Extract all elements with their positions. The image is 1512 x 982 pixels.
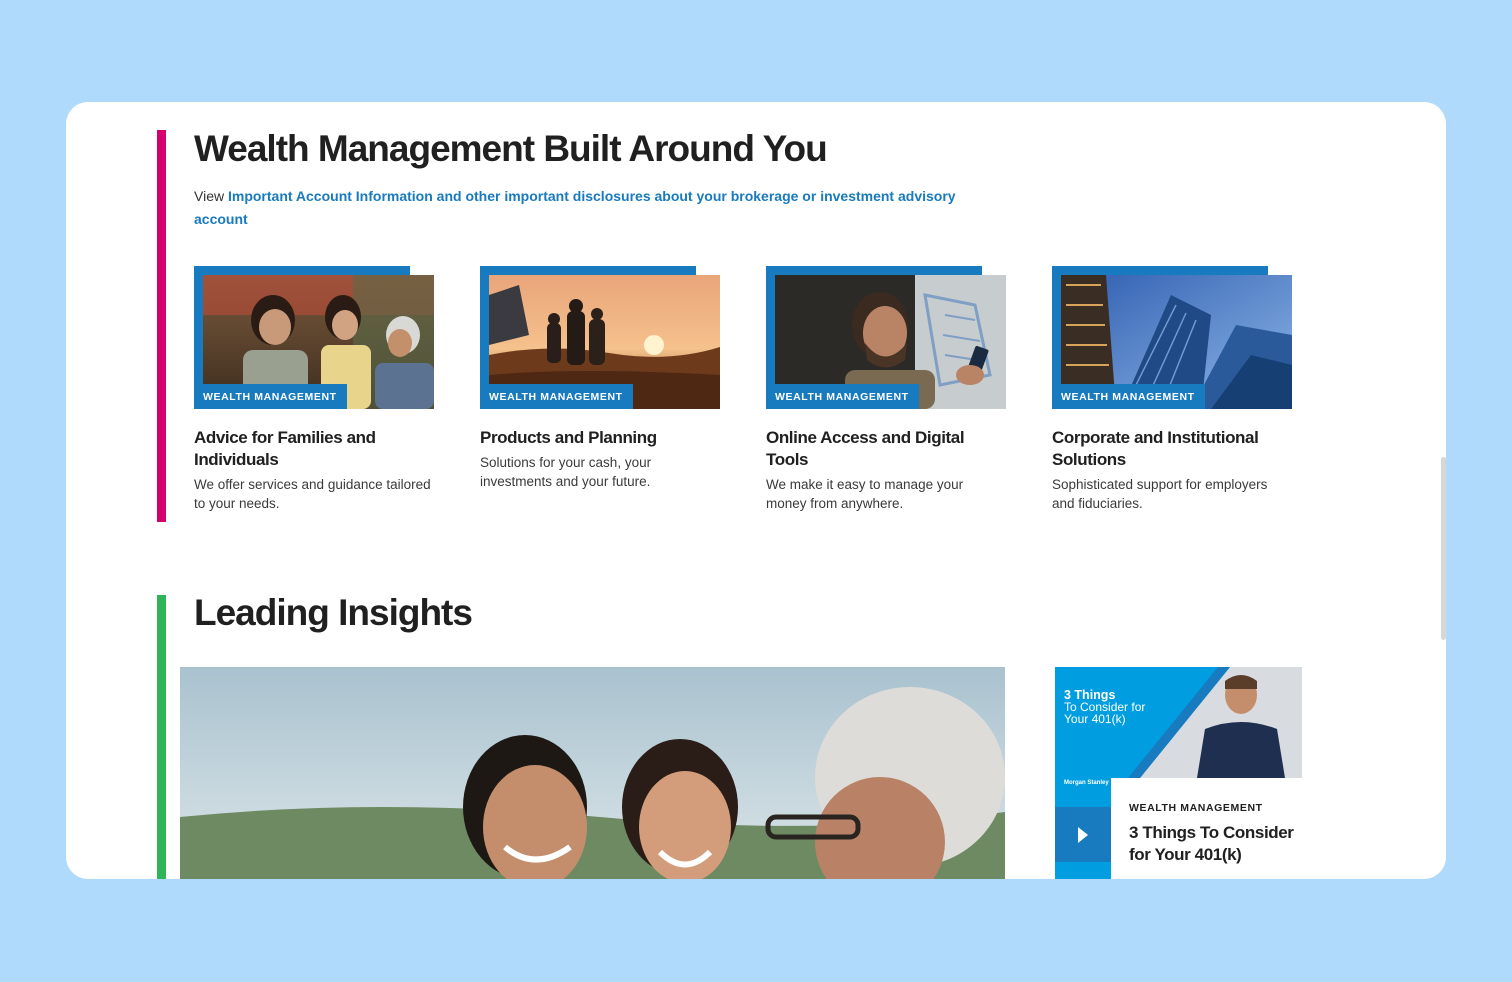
thumbnail-text: 3 Things To Consider for Your 401(k) xyxy=(1064,689,1145,725)
section-title: Wealth Management Built Around You xyxy=(194,128,828,169)
play-icon xyxy=(1078,826,1088,843)
card-title[interactable]: Corporate and Institutional Solutions xyxy=(1052,427,1292,471)
section-accent-bar xyxy=(157,595,166,879)
video-tag: WEALTH MANAGEMENT xyxy=(1129,802,1263,814)
disclosure-prefix: View xyxy=(194,188,228,204)
brand-logo: Morgan Stanley xyxy=(1064,780,1109,786)
family-generations-photo[interactable] xyxy=(180,667,1005,879)
section-accent-bar xyxy=(157,130,166,522)
card-description: Sophisticated support for employers and … xyxy=(1052,477,1268,511)
card-title[interactable]: Online Access and Digital Tools xyxy=(766,427,1006,471)
card-corporate[interactable]: WEALTH MANAGEMENT Corporate and Institut… xyxy=(1052,266,1292,513)
video-title[interactable]: 3 Things To Consider for Your 401(k) xyxy=(1129,822,1302,866)
card-tag: WEALTH MANAGEMENT xyxy=(766,384,919,409)
play-button[interactable] xyxy=(1055,807,1111,862)
card-title[interactable]: Products and Planning xyxy=(480,427,720,449)
disclosure-text: View Important Account Information and o… xyxy=(194,185,984,231)
card-tag: WEALTH MANAGEMENT xyxy=(1052,384,1205,409)
card-title[interactable]: Advice for Families and Individuals xyxy=(194,427,434,471)
video-card[interactable]: 3 Things To Consider for Your 401(k) Mor… xyxy=(1055,667,1302,879)
card-description: Solutions for your cash, your investment… xyxy=(480,455,652,489)
card-online-access[interactable]: WEALTH MANAGEMENT Online Access and Digi… xyxy=(766,266,1006,513)
card-tag: WEALTH MANAGEMENT xyxy=(194,384,347,409)
card-description: We make it easy to manage your money fro… xyxy=(766,477,964,511)
thumbnail-subtitle-2: Your 401(k) xyxy=(1064,712,1126,726)
section-title: Leading Insights xyxy=(194,592,473,633)
card-description: We offer services and guidance tailored … xyxy=(194,477,431,511)
video-info: WEALTH MANAGEMENT 3 Things To Consider f… xyxy=(1111,778,1302,879)
video-thumbnail[interactable]: 3 Things To Consider for Your 401(k) xyxy=(1055,667,1302,778)
card-families[interactable]: WEALTH MANAGEMENT Advice for Families an… xyxy=(194,266,434,513)
browser-window: Wealth Management Built Around You View … xyxy=(66,102,1446,879)
card-tag: WEALTH MANAGEMENT xyxy=(480,384,633,409)
card-products[interactable]: WEALTH MANAGEMENT Products and Planning … xyxy=(480,266,720,491)
disclosure-link[interactable]: Important Account Information and other … xyxy=(194,188,956,227)
scrollbar[interactable] xyxy=(1441,457,1446,640)
